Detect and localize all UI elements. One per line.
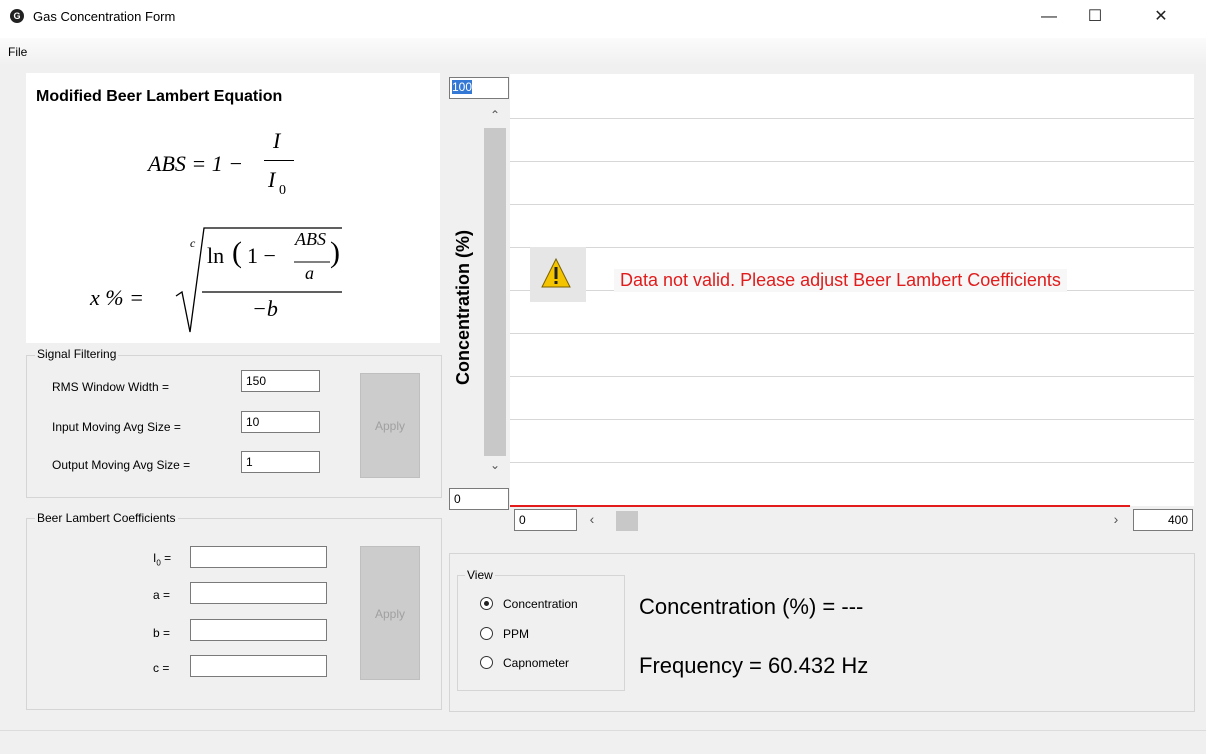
gridline: [510, 161, 1194, 162]
inner-denominator: a: [305, 263, 314, 283]
app-logo-icon: G: [10, 9, 24, 23]
rms-window-input[interactable]: 150: [241, 370, 320, 392]
inner-prefix: 1 −: [247, 243, 276, 268]
ppm-radio[interactable]: [480, 627, 493, 640]
ppm-option-label[interactable]: PPM: [503, 627, 529, 641]
concentration-radio[interactable]: [480, 597, 493, 610]
menu-bar: [0, 38, 1206, 66]
abs-numerator: I: [273, 128, 281, 153]
equation-title: Modified Beer Lambert Equation: [36, 88, 283, 105]
filter-apply-button[interactable]: Apply: [360, 373, 420, 478]
gridline: [510, 462, 1194, 463]
c-label: c =: [153, 661, 170, 675]
scroll-up-icon[interactable]: ⌃: [484, 108, 506, 122]
status-bar: [0, 730, 1206, 754]
concentration-option-label[interactable]: Concentration: [503, 597, 578, 611]
gridline: [510, 333, 1194, 334]
y-axis-label: Concentration (%): [453, 230, 473, 385]
frequency-readout: Frequency = 60.432 Hz: [639, 653, 869, 678]
maximize-button[interactable]: ☐: [1072, 0, 1118, 34]
minimize-button[interactable]: —: [1026, 0, 1072, 34]
coefficients-apply-button[interactable]: Apply: [360, 546, 420, 680]
abs-lhs: ABS = 1 −: [148, 151, 244, 176]
c-input[interactable]: [190, 655, 327, 677]
b-label: b =: [153, 626, 171, 640]
rms-window-label: RMS Window Width =: [52, 380, 170, 394]
abs-fraction-bar: [264, 160, 294, 161]
warning-icon: [530, 247, 586, 302]
x-lhs: x % =: [90, 285, 144, 310]
i0-input[interactable]: [190, 546, 327, 568]
outer-denominator: −b: [252, 296, 278, 321]
y-min-input[interactable]: 0: [449, 488, 509, 510]
paren-right: ): [330, 236, 340, 269]
concentration-readout: Concentration (%) = ---: [639, 594, 864, 619]
capnometer-option-label[interactable]: Capnometer: [503, 656, 569, 670]
ln-text: ln: [207, 243, 225, 268]
gridline: [510, 118, 1194, 119]
input-moving-avg-label: Input Moving Avg Size =: [52, 420, 181, 434]
output-moving-avg-input[interactable]: 1: [241, 451, 320, 473]
output-moving-avg-label: Output Moving Avg Size =: [52, 458, 191, 472]
abs-denominator-sub: 0: [279, 183, 286, 198]
window-title: Gas Concentration Form: [33, 9, 176, 24]
data-line: [510, 505, 1130, 507]
x-max-input[interactable]: 400: [1133, 509, 1193, 531]
scroll-right-icon[interactable]: ›: [1108, 511, 1124, 527]
a-input[interactable]: [190, 582, 327, 604]
gridline: [510, 376, 1194, 377]
i0-label: I0 =: [153, 551, 172, 568]
inner-numerator: ABS: [295, 229, 326, 249]
signal-filtering-label: Signal Filtering: [35, 347, 119, 361]
y-max-input[interactable]: 100: [449, 77, 509, 99]
view-label: View: [465, 568, 495, 582]
input-moving-avg-input[interactable]: 10: [241, 411, 320, 433]
capnometer-radio[interactable]: [480, 656, 493, 669]
warning-message: Data not valid. Please adjust Beer Lambe…: [614, 269, 1067, 292]
beer-lambert-label: Beer Lambert Coefficients: [35, 511, 178, 525]
horizontal-scroll-thumb[interactable]: [616, 511, 638, 531]
gridline: [510, 204, 1194, 205]
a-label: a =: [153, 588, 171, 602]
menu-file[interactable]: File: [8, 45, 27, 59]
abs-denominator: I: [268, 167, 276, 192]
gridline: [510, 247, 1194, 248]
paren-left: (: [232, 236, 242, 269]
vertical-scroll-thumb[interactable]: [484, 128, 506, 456]
scroll-left-icon[interactable]: ‹: [584, 511, 600, 527]
b-input[interactable]: [190, 619, 327, 641]
gridline: [510, 419, 1194, 420]
scroll-down-icon[interactable]: ⌄: [484, 458, 506, 472]
close-button[interactable]: ✕: [1138, 0, 1184, 34]
x-min-input[interactable]: 0: [514, 509, 577, 531]
